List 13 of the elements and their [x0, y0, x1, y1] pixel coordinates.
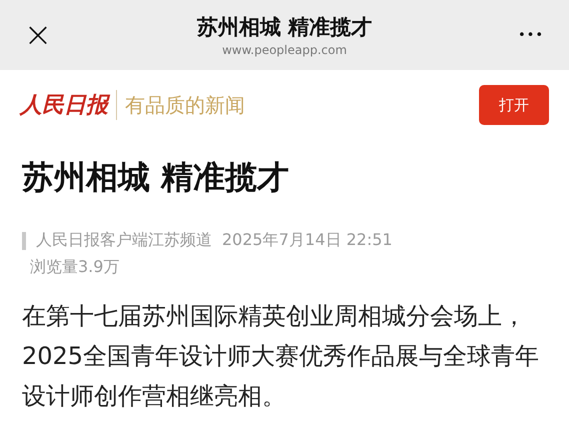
headline: 苏州相城 精准揽才	[22, 157, 290, 198]
logo: 人民日报	[20, 90, 117, 120]
publish-date: 2025年7月14日 22:51	[222, 230, 392, 251]
slogan: 有品质的新闻	[124, 92, 246, 118]
page-title: 苏州相城 精准揽才	[196, 14, 374, 41]
source-marker	[22, 232, 26, 250]
open-button[interactable]: 打开	[479, 85, 549, 125]
close-button[interactable]: ×	[0, 18, 76, 52]
view-count: 浏览量3.9万	[30, 257, 120, 278]
page-url: www.peopleapp.com	[221, 43, 348, 57]
source: 人民日报客户端江苏频道	[36, 230, 212, 251]
article-paragraph: 在第十七届苏州国际精英创业周相城分会场上，2025全国青年设计师大赛优秀作品展与全球青年设计师创作营相继亮相。	[22, 301, 540, 412]
more-button[interactable]: •••	[493, 28, 569, 42]
